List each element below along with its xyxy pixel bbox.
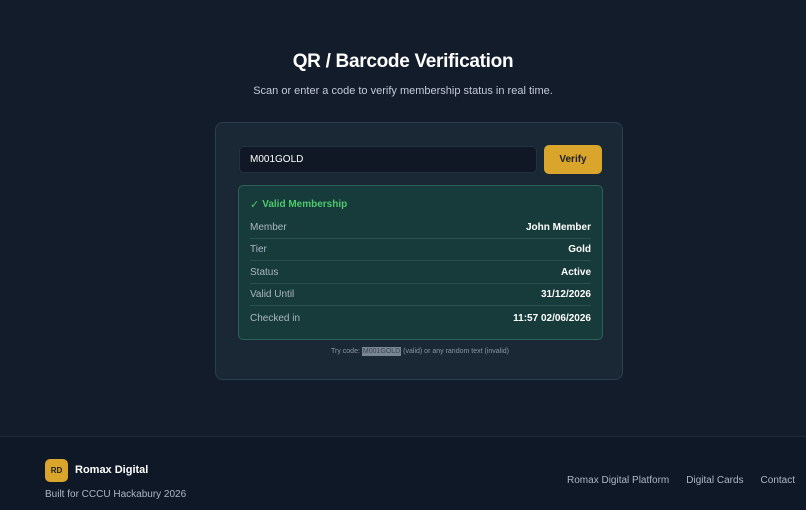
- hint-prefix: Try code:: [331, 348, 362, 355]
- page-subtitle: Scan or enter a code to verify membershi…: [253, 85, 553, 97]
- hint-suffix: (valid) or any random text (invalid): [401, 348, 509, 355]
- row-value: Gold: [568, 244, 591, 255]
- footer-link-platform[interactable]: Romax Digital Platform: [567, 475, 669, 486]
- verify-button[interactable]: Verify: [544, 145, 602, 174]
- result-heading-text: Valid Membership: [262, 199, 348, 210]
- result-heading: ✓ Valid Membership: [250, 198, 347, 211]
- row-label: Tier: [250, 244, 267, 255]
- footer-links: Romax Digital Platform Digital Cards Con…: [567, 475, 795, 486]
- result-row-member: Member John Member: [250, 217, 591, 239]
- result-panel: ✓ Valid Membership Member John Member Ti…: [238, 185, 603, 340]
- main-content: QR / Barcode Verification Scan or enter …: [0, 0, 806, 436]
- code-input[interactable]: [239, 146, 537, 173]
- result-row-valid-until: Valid Until 31/12/2026: [250, 284, 591, 306]
- try-code-hint: Try code: M001GOLD (valid) or any random…: [216, 347, 624, 356]
- footer-link-digital-cards[interactable]: Digital Cards: [686, 475, 743, 486]
- page-title: QR / Barcode Verification: [292, 51, 514, 72]
- verification-card: Verify ✓ Valid Membership Member John Me…: [215, 122, 623, 380]
- footer-tagline: Built for CCCU Hackabury 2026: [45, 489, 187, 500]
- row-label: Status: [250, 267, 279, 278]
- footer: RD Romax Digital Built for CCCU Hackabur…: [0, 436, 806, 510]
- row-value: John Member: [525, 222, 591, 233]
- result-row-tier: Tier Gold: [250, 239, 591, 261]
- footer-link-contact[interactable]: Contact: [761, 475, 795, 486]
- brand-logo: RD: [45, 459, 68, 482]
- result-row-checked-in: Checked in 11:57 02/06/2026: [250, 307, 591, 329]
- hint-sample-code[interactable]: M001GOLD: [361, 347, 402, 356]
- check-icon: ✓: [250, 199, 260, 211]
- row-value: Active: [560, 267, 591, 278]
- row-value: 31/12/2026: [540, 289, 591, 300]
- brand-name: Romax Digital: [75, 464, 149, 476]
- row-label: Member: [250, 222, 287, 233]
- row-label: Checked in: [250, 312, 301, 324]
- result-row-status: Status Active: [250, 262, 591, 284]
- row-label: Valid Until: [250, 289, 295, 300]
- row-value: 11:57 02/06/2026: [513, 312, 591, 324]
